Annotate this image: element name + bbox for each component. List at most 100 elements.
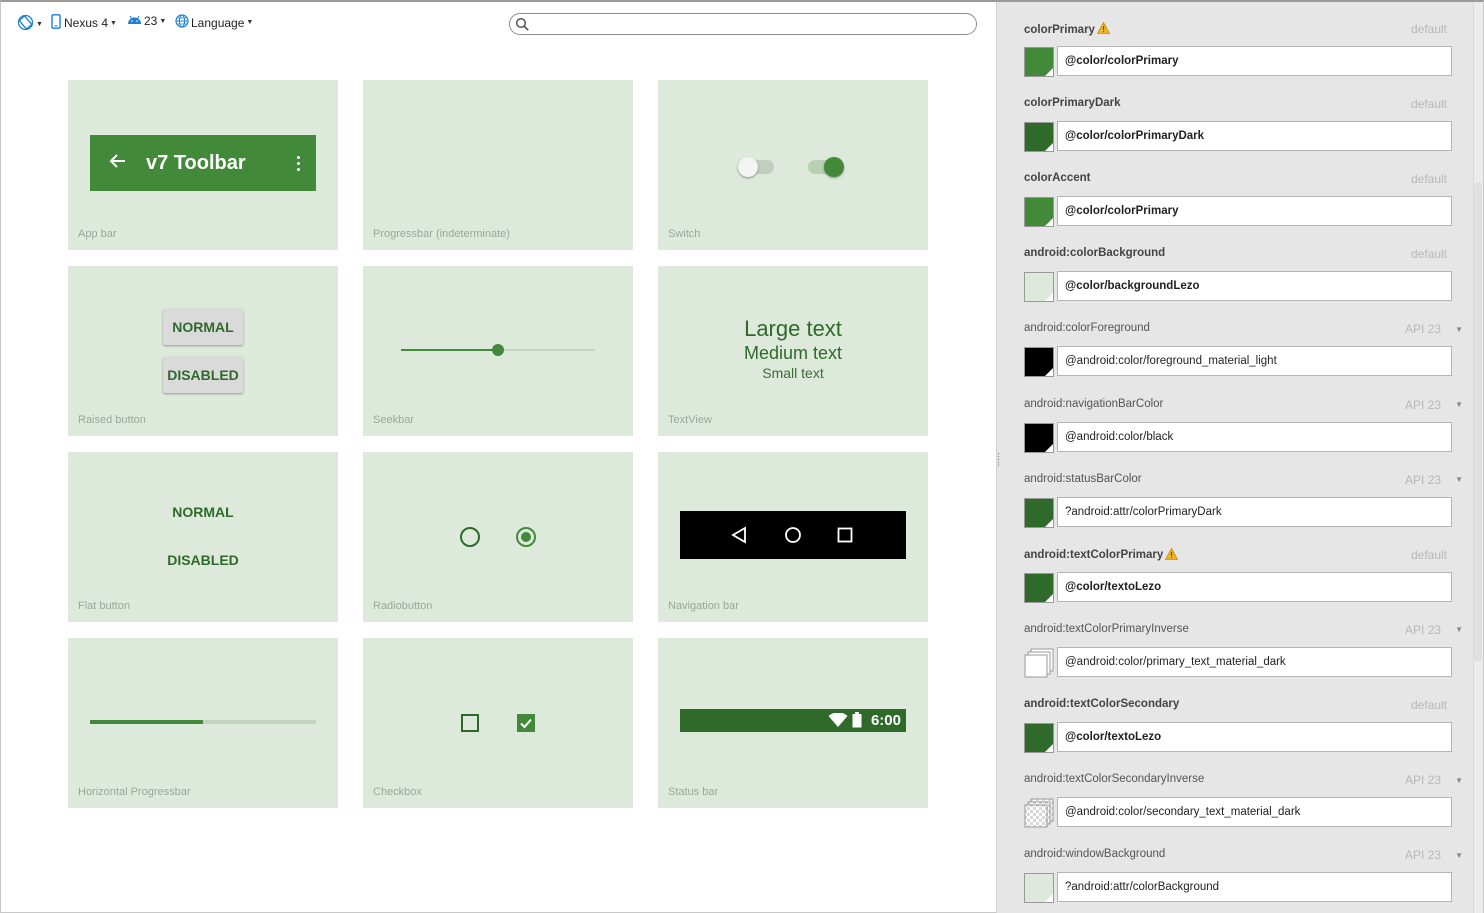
card-label: TextView bbox=[668, 414, 712, 426]
attribute-value-field[interactable]: @color/textoLezo bbox=[1057, 571, 1452, 602]
orientation-button[interactable]: ▼ bbox=[17, 14, 43, 34]
chevron-down-icon[interactable]: ▼ bbox=[1455, 400, 1463, 409]
attribute-status-text: API 23 bbox=[1405, 622, 1442, 637]
chevron-down-icon[interactable]: ▼ bbox=[1455, 625, 1463, 634]
language-selector[interactable]: Language ▼ bbox=[175, 14, 253, 31]
color-swatch[interactable] bbox=[1024, 47, 1054, 77]
attribute-name-text: android:colorBackground bbox=[1024, 247, 1166, 260]
radio-checked[interactable] bbox=[516, 527, 536, 547]
chevron-down-icon[interactable]: ▼ bbox=[1455, 776, 1463, 785]
attribute-status-text: default bbox=[1410, 97, 1447, 112]
attribute-value-field[interactable]: @android:color/secondary_text_material_d… bbox=[1057, 797, 1452, 827]
color-swatch[interactable] bbox=[1024, 873, 1054, 904]
color-swatch[interactable] bbox=[1024, 122, 1054, 153]
flat-button-normal[interactable]: NORMAL bbox=[68, 504, 338, 520]
card-radiobutton: Radiobutton bbox=[363, 452, 633, 622]
splitter-grip-icon[interactable] bbox=[997, 452, 1000, 466]
color-swatch[interactable] bbox=[1024, 422, 1054, 453]
seekbar-thumb[interactable] bbox=[492, 344, 504, 356]
device-selector[interactable]: Nexus 4 ▼ bbox=[51, 14, 117, 32]
color-swatch[interactable] bbox=[1024, 798, 1054, 828]
scrollbar-thumb[interactable] bbox=[1474, 182, 1482, 662]
theme-attribute-row: android:textColorPrimary default @color/te… bbox=[997, 528, 1473, 603]
attribute-value-field[interactable]: @color/colorPrimaryDark bbox=[1057, 121, 1452, 152]
status-bar: 6:00 bbox=[680, 709, 906, 732]
chevron-down-icon[interactable]: ▼ bbox=[1455, 475, 1463, 484]
attribute-value-field[interactable]: ?android:attr/colorBackground bbox=[1057, 872, 1452, 903]
attribute-value-field[interactable]: @android:color/foreground_material_light bbox=[1057, 346, 1452, 377]
small-text: Small text bbox=[762, 365, 824, 381]
theme-attribute-row: android:colorForeground API 23 ▼ @android:c… bbox=[997, 302, 1473, 378]
attribute-value-field[interactable]: @android:color/black bbox=[1057, 421, 1452, 452]
flat-button-disabled[interactable]: DISABLED bbox=[68, 552, 338, 568]
attribute-name-text: android:textColorPrimary bbox=[1024, 549, 1164, 562]
attribute-value-field[interactable]: @android:color/primary_text_material_dar… bbox=[1057, 646, 1452, 677]
attribute-status[interactable]: API 23 ▼ bbox=[1405, 848, 1463, 862]
warning-icon[interactable] bbox=[1165, 547, 1179, 563]
attribute-name-text: colorPrimaryDark bbox=[1024, 97, 1121, 110]
attribute-status[interactable]: API 23 ▼ bbox=[1405, 398, 1463, 412]
card-flat-button: NORMAL DISABLED Flat button bbox=[68, 452, 338, 622]
chevron-down-icon: ▼ bbox=[159, 17, 167, 25]
attribute-name: android:colorForeground bbox=[1024, 322, 1150, 334]
attribute-status[interactable]: API 23 ▼ bbox=[1405, 773, 1463, 787]
attribute-value-field[interactable]: @color/backgroundLezo bbox=[1057, 271, 1452, 302]
attribute-status-text: default bbox=[1410, 247, 1447, 262]
chevron-down-icon[interactable]: ▼ bbox=[1455, 325, 1463, 334]
nav-recents-icon[interactable] bbox=[837, 527, 853, 548]
color-swatch[interactable] bbox=[1024, 722, 1054, 753]
checkbox-unchecked[interactable] bbox=[461, 714, 479, 732]
card-raised-button: NORMAL DISABLED Raised button bbox=[68, 266, 338, 436]
nav-back-icon[interactable] bbox=[730, 526, 748, 549]
attribute-status-text: API 23 bbox=[1405, 472, 1442, 487]
attribute-value-field[interactable]: @color/colorPrimary bbox=[1057, 196, 1452, 227]
attribute-status[interactable]: API 23 ▼ bbox=[1405, 472, 1463, 487]
api-level-selector[interactable]: 23 ▼ bbox=[127, 14, 166, 28]
attribute-name: android:statusBarColor bbox=[1024, 473, 1142, 485]
theme-attribute-row: android:navigationBarColor API 23 ▼ @androi… bbox=[997, 378, 1473, 453]
panel-scrollbar[interactable] bbox=[1473, 2, 1483, 913]
search-input[interactable] bbox=[509, 13, 977, 35]
color-swatch[interactable] bbox=[1024, 197, 1054, 228]
radio-unchecked[interactable] bbox=[460, 527, 480, 547]
raised-button-normal[interactable]: NORMAL bbox=[163, 309, 243, 345]
chevron-down-icon: ▼ bbox=[110, 19, 117, 27]
attribute-status-text: API 23 bbox=[1405, 773, 1442, 787]
attribute-value-field[interactable]: @color/colorPrimary bbox=[1057, 46, 1452, 76]
attribute-status: default bbox=[1411, 698, 1447, 712]
theme-attribute-row: android:statusBarColor API 23 ▼ ?android:at… bbox=[997, 453, 1473, 528]
theme-attribute-row: android:textColorPrimaryInverse API 23 ▼ @a… bbox=[997, 603, 1473, 678]
theme-attribute-row: colorPrimaryDark default @color/colorPrima… bbox=[997, 77, 1473, 153]
switch-on bbox=[808, 157, 844, 177]
attribute-status[interactable]: API 23 ▼ bbox=[1405, 622, 1463, 637]
attribute-status: default bbox=[1411, 548, 1447, 562]
attribute-name-text: android:statusBarColor bbox=[1024, 472, 1142, 485]
theme-attribute-row: android:textColorSecondary default @color/… bbox=[997, 678, 1473, 753]
color-swatch[interactable] bbox=[1024, 347, 1054, 378]
card-label: Seekbar bbox=[373, 414, 414, 426]
color-swatch[interactable] bbox=[1024, 572, 1054, 603]
checkbox-checked[interactable] bbox=[517, 714, 535, 732]
device-name: Nexus 4 bbox=[64, 16, 109, 30]
phone-icon bbox=[51, 14, 61, 32]
wifi-icon bbox=[828, 712, 848, 733]
attribute-status-text: default bbox=[1410, 547, 1447, 562]
chevron-down-icon[interactable]: ▼ bbox=[1455, 851, 1463, 860]
attribute-name: colorPrimary bbox=[1024, 21, 1111, 37]
attribute-name: colorAccent bbox=[1024, 172, 1090, 184]
toolbar-title: v7 Toolbar bbox=[146, 151, 246, 174]
attribute-name-text: android:navigationBarColor bbox=[1024, 397, 1164, 410]
switch-off bbox=[738, 157, 774, 177]
attribute-value-field[interactable]: ?android:attr/colorPrimaryDark bbox=[1057, 496, 1452, 527]
globe-icon bbox=[175, 14, 189, 31]
color-swatch[interactable] bbox=[1024, 272, 1054, 303]
color-swatch[interactable] bbox=[1024, 648, 1054, 678]
raised-button-disabled[interactable]: DISABLED bbox=[163, 357, 243, 393]
attribute-status[interactable]: API 23 ▼ bbox=[1405, 322, 1463, 336]
nav-home-icon[interactable] bbox=[784, 526, 802, 549]
color-swatch[interactable] bbox=[1024, 497, 1054, 528]
android-icon bbox=[127, 14, 142, 28]
attribute-status: default bbox=[1411, 247, 1447, 261]
attribute-value-field[interactable]: @color/textoLezo bbox=[1057, 721, 1452, 752]
warning-icon[interactable] bbox=[1096, 21, 1111, 37]
